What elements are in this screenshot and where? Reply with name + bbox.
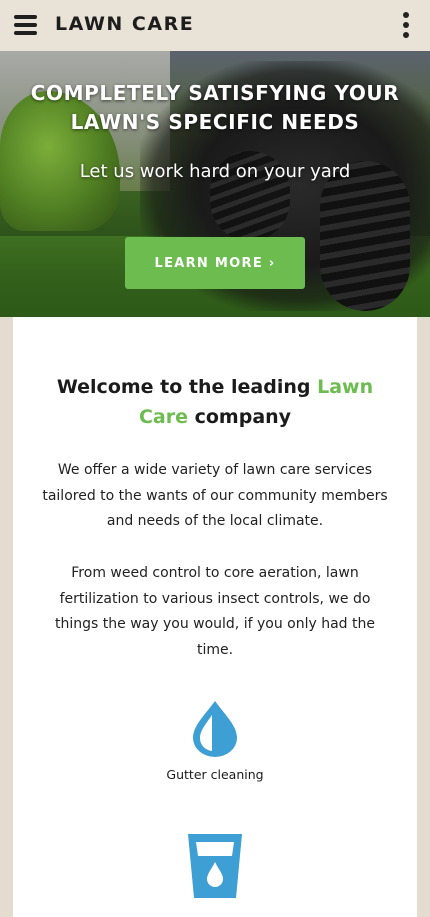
top-app-bar: LAWN CARE <box>0 0 430 51</box>
welcome-heading-suffix: company <box>187 406 292 428</box>
hero-heading: COMPLETELY SATISFYING YOUR LAWN'S SPECIF… <box>0 79 430 137</box>
water-drop-icon <box>193 701 237 757</box>
welcome-heading-highlight: Care <box>138 406 188 428</box>
intro-paragraph: We offer a wide variety of lawn care ser… <box>42 462 388 529</box>
learn-more-button[interactable]: LEARN MORE › <box>125 237 305 289</box>
hero-heading-line: LAWN'S SPECIFIC NEEDS <box>70 110 360 134</box>
welcome-heading-prefix: Welcome to the leading <box>56 376 318 398</box>
service-label: Gutter cleaning <box>166 767 264 782</box>
hamburger-menu-icon[interactable] <box>14 15 37 35</box>
vertical-dots-icon[interactable] <box>402 12 410 38</box>
hero-subtitle: Let us work hard on your yard <box>79 161 351 182</box>
welcome-heading: Welcome to the leading Lawn Care company <box>13 372 417 432</box>
welcome-heading-highlight: Lawn <box>317 376 374 398</box>
intro-paragraph: From weed control to core aeration, lawn… <box>55 565 375 658</box>
hero-heading-line: COMPLETELY SATISFYING YOUR <box>30 81 400 105</box>
brand-title[interactable]: LAWN CARE <box>55 13 194 35</box>
mower-wheel <box>320 161 410 311</box>
welcome-section: Welcome to the leading Lawn Care company… <box>13 317 417 917</box>
hero-banner: COMPLETELY SATISFYING YOUR LAWN'S SPECIF… <box>0 51 430 317</box>
water-glass-icon <box>188 834 242 898</box>
